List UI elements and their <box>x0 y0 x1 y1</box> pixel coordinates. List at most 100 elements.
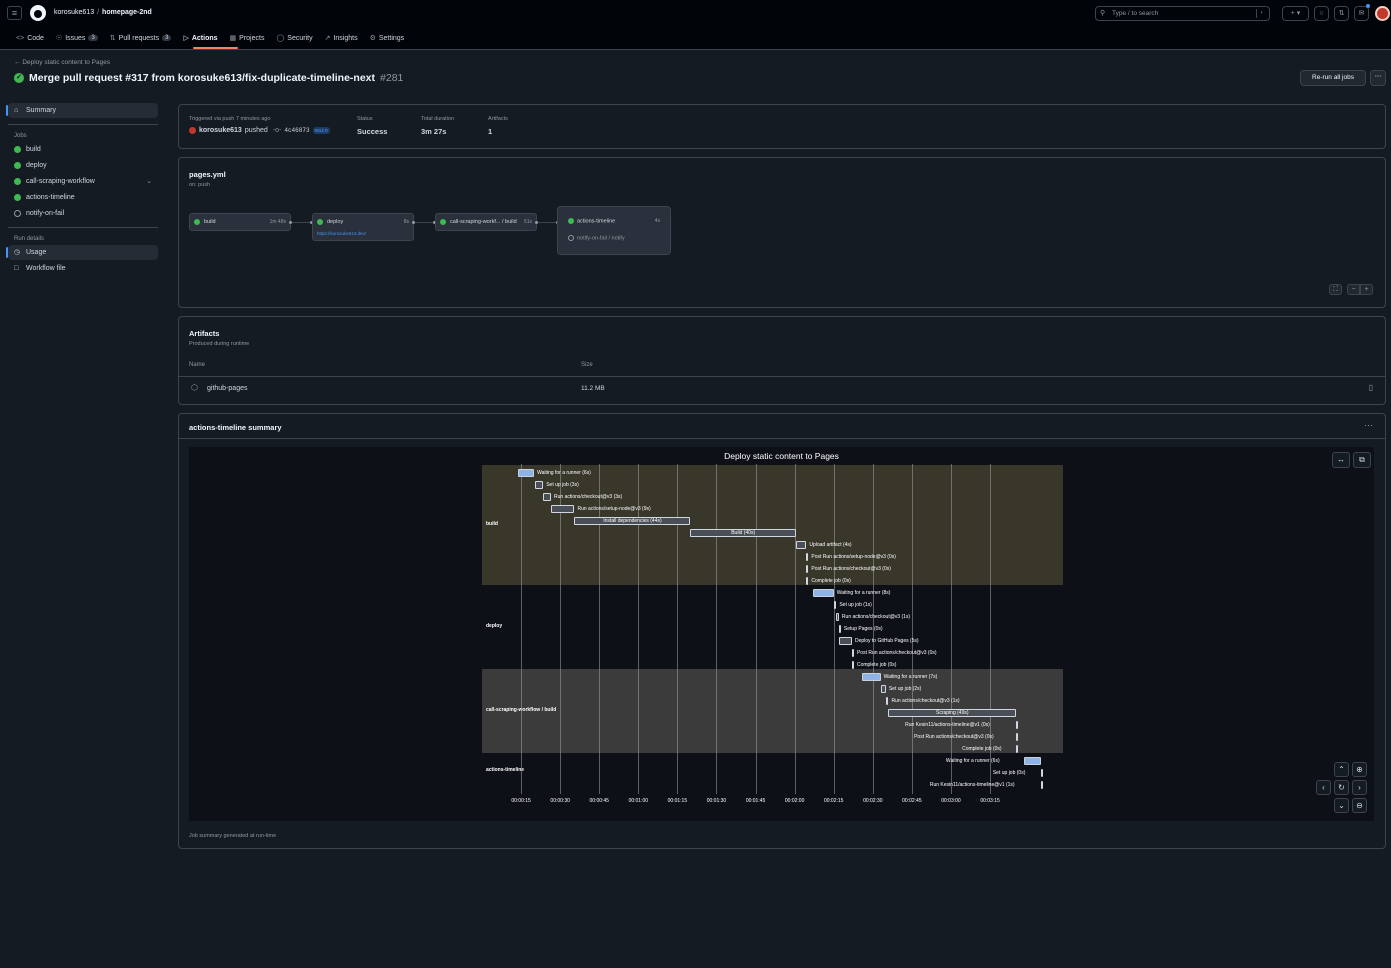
gantt-step-bar[interactable] <box>833 601 837 609</box>
owner-link[interactable]: korosuke613 <box>54 9 94 16</box>
gantt-step-bar[interactable] <box>836 613 839 621</box>
tab-settings[interactable]: ⚙ Settings <box>364 32 411 44</box>
tab-projects[interactable]: ▦ Projects <box>224 32 271 44</box>
back-link[interactable]: ← Deploy static content to Pages <box>14 59 110 66</box>
artifact-name-link[interactable]: github-pages <box>207 385 247 392</box>
gantt-step-bar[interactable]: Build (40s) <box>690 529 796 537</box>
section-label: actions-timeline <box>486 767 525 773</box>
gantt-step-bar[interactable] <box>551 505 575 513</box>
gantt-step-bar[interactable] <box>880 685 886 693</box>
job-name: call-scraping-workf... / build <box>450 219 517 225</box>
rerun-all-jobs-button[interactable]: Re-run all jobs <box>1300 70 1366 86</box>
gantt-task-label: Post Run actions/checkout@v3 (0s) <box>856 650 937 656</box>
search-input[interactable]: ⚲ Type / to search › <box>1095 6 1270 21</box>
tab-issues[interactable]: ☉ Issues 3 <box>50 32 104 44</box>
sidebar-item-notify-on-fail[interactable]: notify-on-fail <box>8 206 158 221</box>
copy-icon[interactable]: ⧉ <box>1353 452 1371 468</box>
pan-down-button[interactable]: ⌄ <box>1334 798 1349 813</box>
pan-right-button[interactable]: › <box>1352 780 1367 795</box>
sidebar-item-call-scraping-workflow[interactable]: call-scraping-workflow ⌄ <box>8 174 158 189</box>
deployment-url-link[interactable]: https://korosuke613.dev/ <box>317 231 366 236</box>
job-name: deploy <box>327 219 344 225</box>
gantt-wait-bar[interactable] <box>862 673 881 681</box>
tab-security[interactable]: ◯ Security <box>270 32 318 44</box>
command-palette-icon[interactable]: › <box>1256 9 1266 18</box>
trash-icon[interactable]: ▯ <box>1369 383 1373 392</box>
pan-left-button[interactable]: ‹ <box>1316 780 1331 795</box>
pan-up-button[interactable]: ⌃ <box>1334 762 1349 777</box>
gantt-task-label: Post Run actions/checkout@v3 (0s) <box>914 734 994 740</box>
fullscreen-icon[interactable]: ⛶ <box>1329 284 1342 295</box>
create-new-button[interactable]: + ▾ <box>1282 6 1309 21</box>
kebab-menu-icon[interactable]: ⋯ <box>1370 70 1386 86</box>
trigger-info: Triggered via push 7 minutes ago korosuk… <box>189 116 330 134</box>
actor-link[interactable]: korosuke613 <box>199 127 242 134</box>
zoom-out-icon[interactable]: ⊖ <box>1352 798 1367 813</box>
branch-badge[interactable]: main <box>312 127 330 134</box>
home-icon: ⌂ <box>14 107 19 114</box>
count-badge: 3 <box>162 35 172 41</box>
repo-link[interactable]: homepage-2nd <box>102 9 152 16</box>
pull-requests-icon[interactable]: ⇅ <box>1334 6 1349 21</box>
kebab-menu-icon[interactable]: ⋯ <box>1364 420 1373 431</box>
user-avatar[interactable] <box>1375 6 1390 21</box>
tab-label: Projects <box>239 34 265 42</box>
workflow-file-name[interactable]: pages.yml <box>189 170 226 179</box>
job-node-deploy[interactable]: deploy 8s https://korosuke613.dev/ <box>312 213 414 241</box>
gantt-step-bar[interactable] <box>1016 745 1019 753</box>
gantt-wait-bar[interactable] <box>812 589 834 597</box>
gantt-step-bar[interactable] <box>543 493 552 501</box>
gantt-step-bar[interactable] <box>795 541 807 549</box>
job-node-actions-timeline[interactable]: actions-timeline <box>568 218 615 224</box>
commit-sha[interactable]: 4c46873 <box>284 127 309 134</box>
success-icon <box>14 162 21 169</box>
gantt-step-bar[interactable] <box>1016 721 1019 729</box>
inbox-icon[interactable]: ✉ <box>1354 6 1369 21</box>
sidebar-item-build[interactable]: build <box>8 142 158 157</box>
sidebar-item-label: Usage <box>26 249 47 256</box>
zoom-in-icon[interactable]: ⊕ <box>1352 762 1367 777</box>
job-node-notify-on-fail[interactable]: notify-on-fail / notify <box>568 235 625 241</box>
reset-view-icon[interactable]: ↻ <box>1334 780 1349 795</box>
menu-icon[interactable]: ≡ <box>7 6 22 20</box>
tab-actions[interactable]: ▷ Actions <box>177 32 223 44</box>
job-node-build[interactable]: build 1m 48s <box>189 213 291 231</box>
table-row: ⬡ github-pages 11.2 MB ▯ <box>179 377 1385 405</box>
artifacts-count[interactable]: 1 <box>488 127 508 136</box>
gantt-step-bar[interactable] <box>1016 733 1019 741</box>
duration-value[interactable]: 3m 27s <box>421 127 454 136</box>
gantt-step-bar[interactable]: Scraping (49s) <box>888 709 1017 717</box>
jobs-heading: Jobs <box>14 133 27 139</box>
zoom-in-button[interactable]: + <box>1360 284 1373 295</box>
gantt-wait-bar[interactable] <box>518 469 535 477</box>
gantt-wait-bar[interactable] <box>1023 757 1041 765</box>
tab-insights[interactable]: ↗ Insights <box>319 32 364 44</box>
zoom-out-button[interactable]: − <box>1347 284 1360 295</box>
gantt-step-bar[interactable] <box>838 637 852 645</box>
gantt-step-bar[interactable] <box>535 481 544 489</box>
job-connector <box>291 222 312 223</box>
grid-line <box>638 464 640 794</box>
issues-icon[interactable]: ○ <box>1314 6 1329 21</box>
run-details-heading: Run details <box>14 236 45 242</box>
expand-horizontal-icon[interactable]: ↔ <box>1332 452 1350 468</box>
sidebar-item-workflow-file[interactable]: □ Workflow file <box>8 261 158 276</box>
gantt-step-bar[interactable] <box>838 625 841 633</box>
breadcrumb-separator: / <box>97 9 100 16</box>
sidebar-item-usage[interactable]: ◷ Usage <box>6 245 158 260</box>
gantt-step-bar[interactable] <box>851 649 854 657</box>
github-logo-icon[interactable] <box>30 5 46 21</box>
gantt-step-bar[interactable] <box>1040 769 1043 777</box>
job-node-call-scraping-workflow[interactable]: call-scraping-workf... / build 51s <box>435 213 537 231</box>
check-circle-icon: ✓ <box>14 73 24 83</box>
sidebar-item-actions-timeline[interactable]: actions-timeline <box>8 190 158 205</box>
section-label: deploy <box>486 623 503 629</box>
tab-pull-requests[interactable]: ⇅ Pull requests 3 <box>104 32 178 44</box>
gantt-step-bar[interactable]: Install dependencies (44s) <box>574 517 691 525</box>
sidebar-item-summary[interactable]: ⌂ Summary <box>6 103 158 118</box>
gantt-step-bar[interactable] <box>851 661 854 669</box>
sidebar-item-deploy[interactable]: deploy <box>8 158 158 173</box>
tab-code[interactable]: <> Code <box>10 32 50 44</box>
chevron-down-icon[interactable]: ⌄ <box>146 174 152 189</box>
x-tick-label: 00:02:15 <box>823 798 844 804</box>
